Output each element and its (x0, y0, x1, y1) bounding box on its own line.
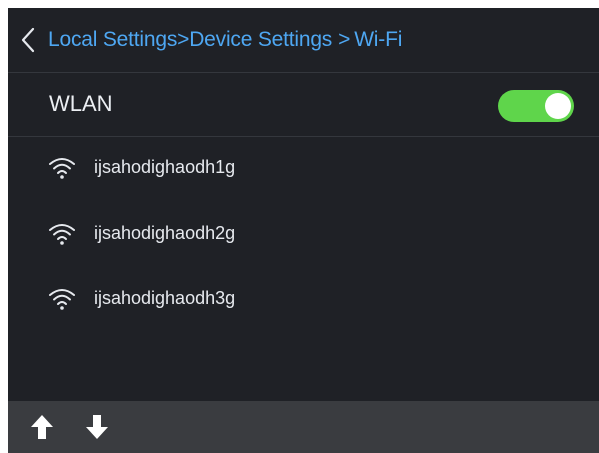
breadcrumb-wifi: Wi-Fi (354, 28, 403, 51)
wifi-icon (49, 224, 75, 245)
network-item[interactable]: ijsahodighaodh1g (8, 144, 599, 194)
wlan-label: WLAN (49, 91, 113, 116)
network-name: ijsahodighaodh3g (94, 288, 236, 308)
breadcrumb-local-settings[interactable]: Local Settings (48, 28, 177, 51)
chevron-left-icon[interactable] (20, 26, 36, 54)
breadcrumb-device-settings[interactable]: Device Settings (189, 28, 332, 51)
wlan-row: WLAN (8, 73, 599, 137)
network-item[interactable]: ijsahodighaodh2g (8, 210, 599, 260)
network-name: ijsahodighaodh2g (94, 223, 236, 243)
wlan-toggle[interactable] (498, 90, 574, 122)
header: Local Settings>Device Settings > Wi-Fi (8, 8, 599, 73)
wifi-icon (49, 289, 75, 310)
wifi-settings-screen: Local Settings>Device Settings > Wi-Fi WLA… (8, 8, 599, 453)
breadcrumb-separator: > (338, 28, 351, 51)
network-item[interactable]: ijsahodighaodh3g (8, 275, 599, 325)
breadcrumb-separator: > (177, 28, 190, 51)
toggle-knob (545, 93, 571, 119)
footer-bar (8, 401, 599, 453)
arrow-down-icon[interactable] (85, 413, 109, 441)
breadcrumb: Local Settings>Device Settings > Wi-Fi (48, 26, 402, 54)
arrow-up-icon[interactable] (30, 413, 54, 441)
wifi-icon (49, 158, 75, 179)
network-name: ijsahodighaodh1g (94, 157, 236, 177)
